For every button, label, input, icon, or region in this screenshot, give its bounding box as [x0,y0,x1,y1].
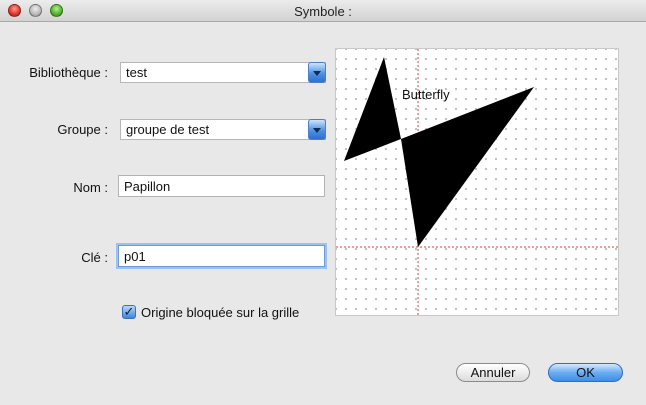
chevron-down-icon[interactable] [308,62,326,83]
ok-button[interactable]: OK [548,363,623,382]
preview-caption: Butterfly [402,87,450,102]
library-select-value: test [126,65,147,80]
library-select[interactable]: test [120,62,326,83]
key-field[interactable]: p01 [118,245,325,267]
butterfly-left-wing [344,57,401,161]
butterfly-right-wing [401,87,534,247]
symbol-preview[interactable]: Butterfly [335,48,619,316]
name-field[interactable]: Papillon [118,175,325,197]
symbol-preview-canvas: Butterfly [336,49,618,315]
window-title: Symbole : [294,4,352,19]
lock-origin-label: Origine bloquée sur la grille [141,305,300,320]
key-label: Clé : [81,250,108,265]
group-select[interactable]: groupe de test [120,119,326,140]
library-label: Bibliothèque : [29,65,108,80]
title-bar[interactable]: Symbole : [0,0,646,22]
cancel-button[interactable]: Annuler [456,363,530,382]
name-label: Nom : [73,180,108,195]
lock-origin-checkbox[interactable]: ✓ [122,305,136,319]
symbol-dialog: Symbole : Bibliothèque : test Groupe : g… [0,0,646,405]
group-select-value: groupe de test [126,122,210,137]
group-label: Groupe : [57,122,108,137]
chevron-down-icon[interactable] [308,119,326,140]
